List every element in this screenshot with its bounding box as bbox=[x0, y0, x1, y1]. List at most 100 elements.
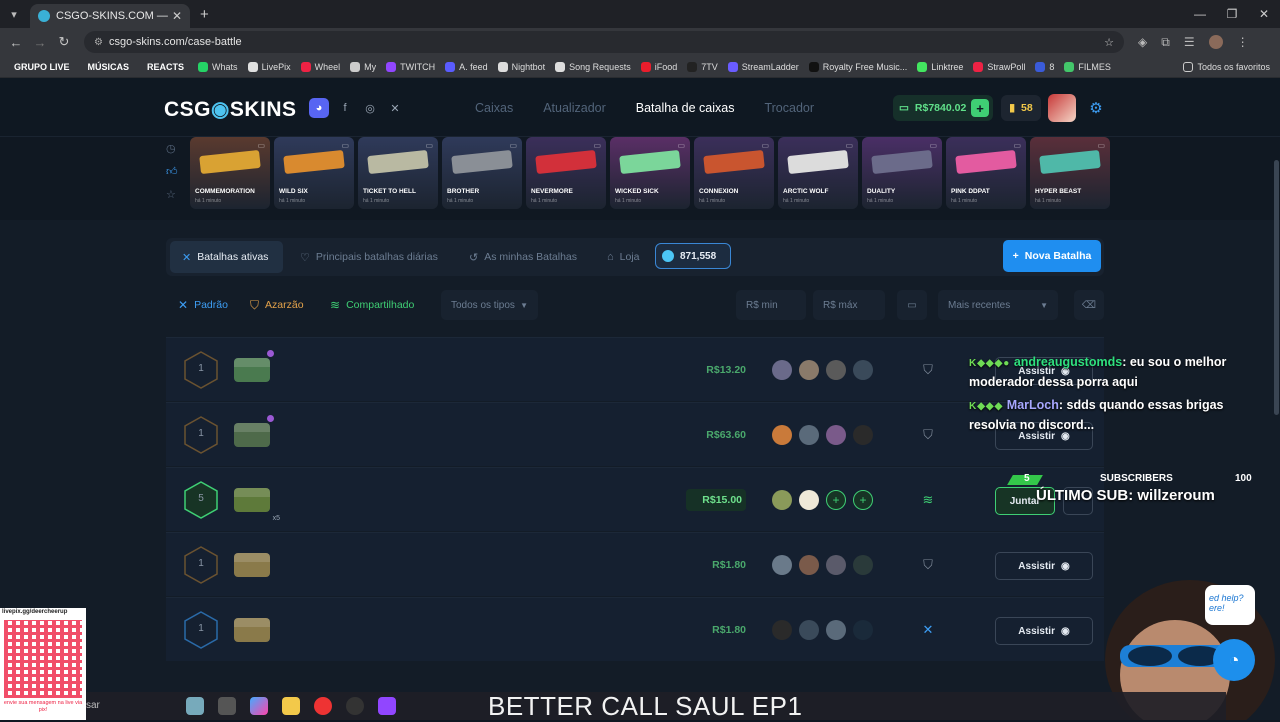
live-drop-card[interactable]: ▭ NEVERMORE há 1 minuto bbox=[526, 137, 606, 209]
battle-row[interactable]: 1 R$1.80 ⛉ Assistir ◉ bbox=[166, 532, 1104, 596]
player-avatar[interactable] bbox=[826, 425, 846, 445]
media-icon[interactable]: ☰ bbox=[1184, 35, 1195, 49]
site-info-icon[interactable]: ⚙ bbox=[94, 37, 103, 48]
battle-row[interactable]: 5 x5 R$15.00 + + ≋ Juntar bbox=[166, 467, 1104, 531]
player-avatar[interactable] bbox=[853, 555, 873, 575]
nav-trocador[interactable]: Trocador bbox=[764, 101, 814, 115]
sort-select[interactable]: Mais recentes ▼ bbox=[938, 290, 1058, 320]
tab-batalhas-ativas[interactable]: ✕ Batalhas ativas bbox=[182, 238, 268, 276]
mode-padrao[interactable]: ✕ Padrão bbox=[178, 290, 228, 320]
extensions-puzzle-icon[interactable]: ⧉ bbox=[1161, 35, 1170, 50]
user-avatar[interactable] bbox=[1048, 94, 1076, 122]
watch-battle-button[interactable]: Assistir ◉ bbox=[995, 552, 1093, 580]
bookmark-item[interactable]: MÚSICAS bbox=[84, 60, 134, 74]
copilot-icon[interactable] bbox=[250, 697, 268, 715]
player-avatar[interactable] bbox=[826, 360, 846, 380]
nav-caixas[interactable]: Caixas bbox=[475, 101, 513, 115]
battle-row[interactable]: 1 R$1.80 ✕ Assistir ◉ bbox=[166, 597, 1104, 661]
x-twitter-icon[interactable]: ✕ bbox=[385, 98, 405, 118]
max-price-input[interactable]: R$ máx bbox=[813, 290, 885, 320]
bookmark-item[interactable]: Whats bbox=[198, 61, 238, 72]
bookmark-item[interactable]: LivePix bbox=[247, 61, 291, 72]
twitch-app-icon[interactable] bbox=[378, 697, 396, 715]
close-window-icon[interactable]: ✕ bbox=[1248, 0, 1280, 28]
calendar-icon[interactable]: ▭ bbox=[897, 290, 927, 320]
taskbar-app-icon[interactable] bbox=[186, 697, 204, 715]
live-drop-card[interactable]: ▭ TICKET TO HELL há 1 minuto bbox=[358, 137, 438, 209]
balance-display[interactable]: ▭ R$7840.02 + bbox=[893, 95, 993, 121]
url-field[interactable]: ⚙ csgo-skins.com/case-battle ☆ bbox=[84, 31, 1124, 53]
player-avatar[interactable] bbox=[853, 425, 873, 445]
extension-icon[interactable]: ◈ bbox=[1138, 35, 1147, 49]
bookmark-item[interactable]: 8 bbox=[1035, 61, 1054, 72]
bookmark-item[interactable]: My bbox=[350, 61, 376, 72]
page-scrollbar[interactable] bbox=[1272, 160, 1280, 420]
min-price-input[interactable]: R$ min bbox=[736, 290, 806, 320]
player-avatar[interactable] bbox=[799, 490, 819, 510]
live-drop-card[interactable]: ▭ HYPER BEAST há 1 minuto bbox=[1030, 137, 1110, 209]
player-avatar[interactable] bbox=[799, 620, 819, 640]
new-tab-icon[interactable]: + bbox=[200, 6, 209, 23]
player-avatar[interactable] bbox=[853, 360, 873, 380]
player-avatar[interactable] bbox=[799, 555, 819, 575]
tab-principais-batalhas[interactable]: ♡ Principais batalhas diárias bbox=[300, 238, 438, 276]
instagram-icon[interactable]: ◎ bbox=[360, 98, 380, 118]
tab-search-icon[interactable]: ▾ bbox=[0, 0, 28, 28]
player-avatar[interactable] bbox=[826, 555, 846, 575]
taskbar-search[interactable]: sar bbox=[86, 700, 100, 711]
bookmark-item[interactable]: StreamLadder bbox=[727, 61, 799, 72]
live-drop-card[interactable]: ▭ CONNEXION há 1 minuto bbox=[694, 137, 774, 209]
mode-azarzao[interactable]: ⛉ Azarzão bbox=[250, 290, 304, 320]
battle-row[interactable]: 1 R$63.60 ⛉ Assistir ◉ bbox=[166, 402, 1104, 466]
live-drop-card[interactable]: ▭ DUALITY há 1 minuto bbox=[862, 137, 942, 209]
clock-icon[interactable]: ◷ bbox=[166, 142, 178, 155]
deposit-plus-button[interactable]: + bbox=[971, 99, 989, 117]
help-bubble[interactable]: ed help? ere! bbox=[1205, 585, 1255, 625]
file-explorer-icon[interactable] bbox=[282, 697, 300, 715]
bookmark-item[interactable]: REACTS bbox=[143, 60, 188, 74]
live-drop-card[interactable]: ▭ COMMEMORATION há 1 minuto bbox=[190, 137, 270, 209]
obs-icon[interactable] bbox=[346, 697, 364, 715]
player-avatar[interactable] bbox=[772, 555, 792, 575]
scrollbar-thumb[interactable] bbox=[1274, 160, 1279, 415]
bookmark-item[interactable]: Linktree bbox=[917, 61, 963, 72]
player-avatar[interactable] bbox=[799, 425, 819, 445]
bookmark-item[interactable]: 7TV bbox=[687, 61, 718, 72]
star-icon[interactable]: ☆ bbox=[166, 188, 178, 201]
facebook-icon[interactable]: f bbox=[335, 98, 355, 118]
join-slot-plus-button[interactable]: + bbox=[853, 490, 873, 510]
bookmark-item[interactable]: Nightbot bbox=[497, 61, 545, 72]
bookmark-item[interactable]: GRUPO LIVE bbox=[10, 60, 74, 74]
player-avatar[interactable] bbox=[772, 620, 792, 640]
all-bookmarks[interactable]: Todos os favoritos bbox=[1183, 61, 1270, 72]
live-drop-card[interactable]: ▭ ARCTIC WOLF há 1 minuto bbox=[778, 137, 858, 209]
live-drop-card[interactable]: ▭ WICKED SICK há 1 minuto bbox=[610, 137, 690, 209]
clear-filters-icon[interactable]: ⌫ bbox=[1074, 290, 1104, 320]
close-tab-icon[interactable]: ✕ bbox=[172, 9, 182, 23]
minimize-icon[interactable]: — bbox=[1184, 0, 1216, 28]
discord-icon[interactable]: ◕ bbox=[309, 98, 329, 118]
player-avatar[interactable] bbox=[772, 490, 792, 510]
site-logo[interactable]: CSG◉SKINS bbox=[164, 97, 297, 122]
restore-icon[interactable]: ❐ bbox=[1216, 0, 1248, 28]
forward-icon[interactable]: → bbox=[28, 35, 52, 50]
bookmark-item[interactable]: Wheel bbox=[300, 61, 340, 72]
new-battle-button[interactable]: + Nova Batalha bbox=[1003, 240, 1101, 272]
bookmark-item[interactable]: FILMES bbox=[1064, 61, 1111, 72]
watch-battle-button[interactable]: Assistir ◉ bbox=[995, 617, 1093, 645]
task-view-icon[interactable] bbox=[218, 697, 236, 715]
player-avatar[interactable] bbox=[853, 620, 873, 640]
settings-gear-icon[interactable]: ⚙ bbox=[1085, 97, 1107, 119]
tab-minhas-batalhas[interactable]: ↺ As minhas Batalhas bbox=[469, 238, 577, 276]
join-slot-plus-button[interactable]: + bbox=[826, 490, 846, 510]
type-select[interactable]: Todos os tipos ▼ bbox=[441, 290, 538, 320]
coins-display[interactable]: ▮ 58 bbox=[1001, 95, 1041, 121]
back-icon[interactable]: ← bbox=[4, 35, 28, 50]
chrome-icon[interactable] bbox=[314, 697, 332, 715]
menu-dots-icon[interactable]: ⋮ bbox=[1237, 35, 1249, 49]
profile-avatar-icon[interactable] bbox=[1208, 35, 1223, 49]
live-drop-card[interactable]: ▭ BROTHER há 1 minuto bbox=[442, 137, 522, 209]
battle-row[interactable]: 1 R$13.20 ⛉ Assistir ◉ bbox=[166, 337, 1104, 401]
player-avatar[interactable] bbox=[799, 360, 819, 380]
bookmark-item[interactable]: TWITCH bbox=[386, 61, 435, 72]
